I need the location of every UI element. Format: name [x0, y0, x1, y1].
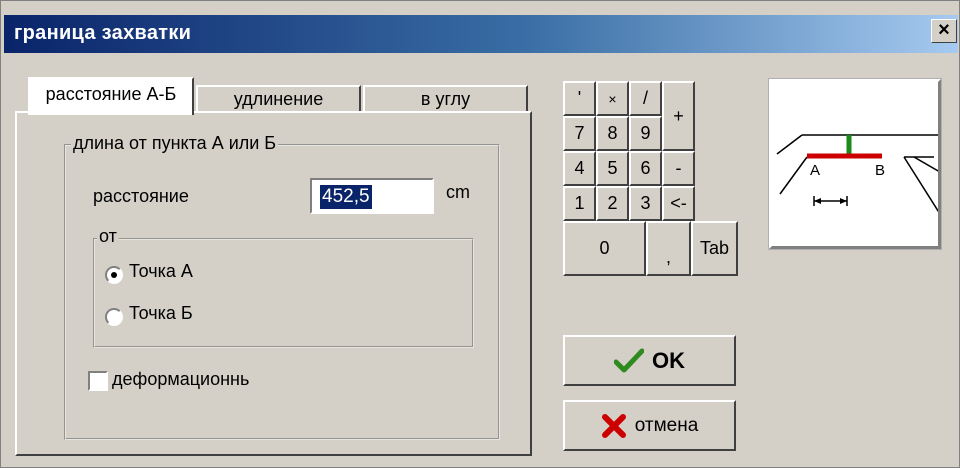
key-label: , — [665, 247, 671, 267]
key-label: 3 — [640, 193, 651, 213]
label-a: A — [810, 162, 820, 179]
window-title: граница захватки — [14, 22, 192, 44]
checkmark-icon — [614, 348, 644, 372]
key-label: × — [608, 90, 617, 107]
radio-label: Точка А — [129, 261, 193, 281]
key-label: 4 — [574, 158, 585, 178]
key-label: 8 — [607, 123, 618, 143]
close-button[interactable]: × — [931, 19, 957, 43]
tab-distance-ab[interactable]: расстояние А-Б — [28, 77, 194, 115]
close-icon: × — [938, 19, 950, 41]
deformation-label: деформационнь — [112, 369, 250, 389]
tab-panel: длина от пункта А или Б расстояние 452,5… — [15, 111, 532, 456]
key-label: 5 — [607, 158, 618, 178]
key-label: 6 — [640, 158, 651, 178]
key-label: / — [642, 88, 648, 108]
key-comma[interactable]: , — [646, 221, 691, 276]
radio-button[interactable] — [105, 308, 123, 326]
tab-label: расстояние А-Б — [45, 84, 177, 104]
key-4[interactable]: 4 — [563, 151, 596, 186]
cancel-label: отмена — [634, 414, 699, 436]
distance-input[interactable]: 452,5 — [310, 178, 434, 214]
key-apostrophe[interactable]: ' — [563, 81, 596, 116]
key-label: 7 — [574, 123, 585, 143]
from-group-legend: от — [97, 226, 119, 247]
key-3[interactable]: 3 — [629, 186, 662, 221]
unit-label: cm — [446, 182, 470, 202]
title-bar[interactable]: граница захватки × — [4, 15, 958, 53]
label-b: B — [875, 162, 885, 179]
key-label: 9 — [640, 123, 651, 143]
dialog-window: граница захватки × расстояние А-Б удлине… — [0, 0, 960, 468]
key-7[interactable]: 7 — [563, 116, 596, 151]
key-label: <- — [670, 193, 687, 213]
from-group — [93, 238, 474, 348]
key-plus[interactable]: + — [662, 81, 695, 151]
key-label: + — [673, 105, 684, 126]
key-label: 2 — [607, 193, 618, 213]
distance-label: расстояние — [93, 186, 189, 206]
distance-value: 452,5 — [320, 185, 372, 209]
key-label: Tab — [699, 238, 730, 258]
key-backspace[interactable]: <- — [662, 186, 695, 221]
length-group-legend: длина от пункта А или Б — [71, 133, 279, 154]
ok-label: OK — [652, 347, 685, 373]
boundary-diagram: A B — [776, 134, 942, 215]
radio-label: Точка Б — [129, 303, 193, 323]
key-minus[interactable]: - — [662, 151, 695, 186]
key-5[interactable]: 5 — [596, 151, 629, 186]
tab-corner[interactable]: в углу — [363, 85, 528, 113]
deformation-checkbox[interactable] — [88, 371, 108, 391]
key-multiply[interactable]: × — [596, 81, 629, 116]
key-9[interactable]: 9 — [629, 116, 662, 151]
key-2[interactable]: 2 — [596, 186, 629, 221]
tab-label: в углу — [420, 89, 471, 109]
key-0[interactable]: 0 — [563, 221, 646, 276]
key-label: ' — [577, 88, 582, 108]
radio-button[interactable] — [105, 266, 123, 284]
tab-label: удлинение — [233, 89, 324, 109]
key-6[interactable]: 6 — [629, 151, 662, 186]
cancel-button[interactable]: отмена — [563, 400, 736, 451]
boundary-preview: A B — [768, 78, 942, 250]
ok-button[interactable]: OK — [563, 335, 736, 386]
key-label: - — [675, 158, 682, 178]
key-label: 1 — [574, 193, 585, 213]
tab-extension[interactable]: удлинение — [196, 85, 361, 113]
key-1[interactable]: 1 — [563, 186, 596, 221]
key-tab[interactable]: Tab — [691, 221, 738, 276]
key-8[interactable]: 8 — [596, 116, 629, 151]
key-label: 0 — [599, 238, 610, 258]
key-divide[interactable]: / — [629, 81, 662, 116]
cross-icon — [601, 413, 626, 438]
